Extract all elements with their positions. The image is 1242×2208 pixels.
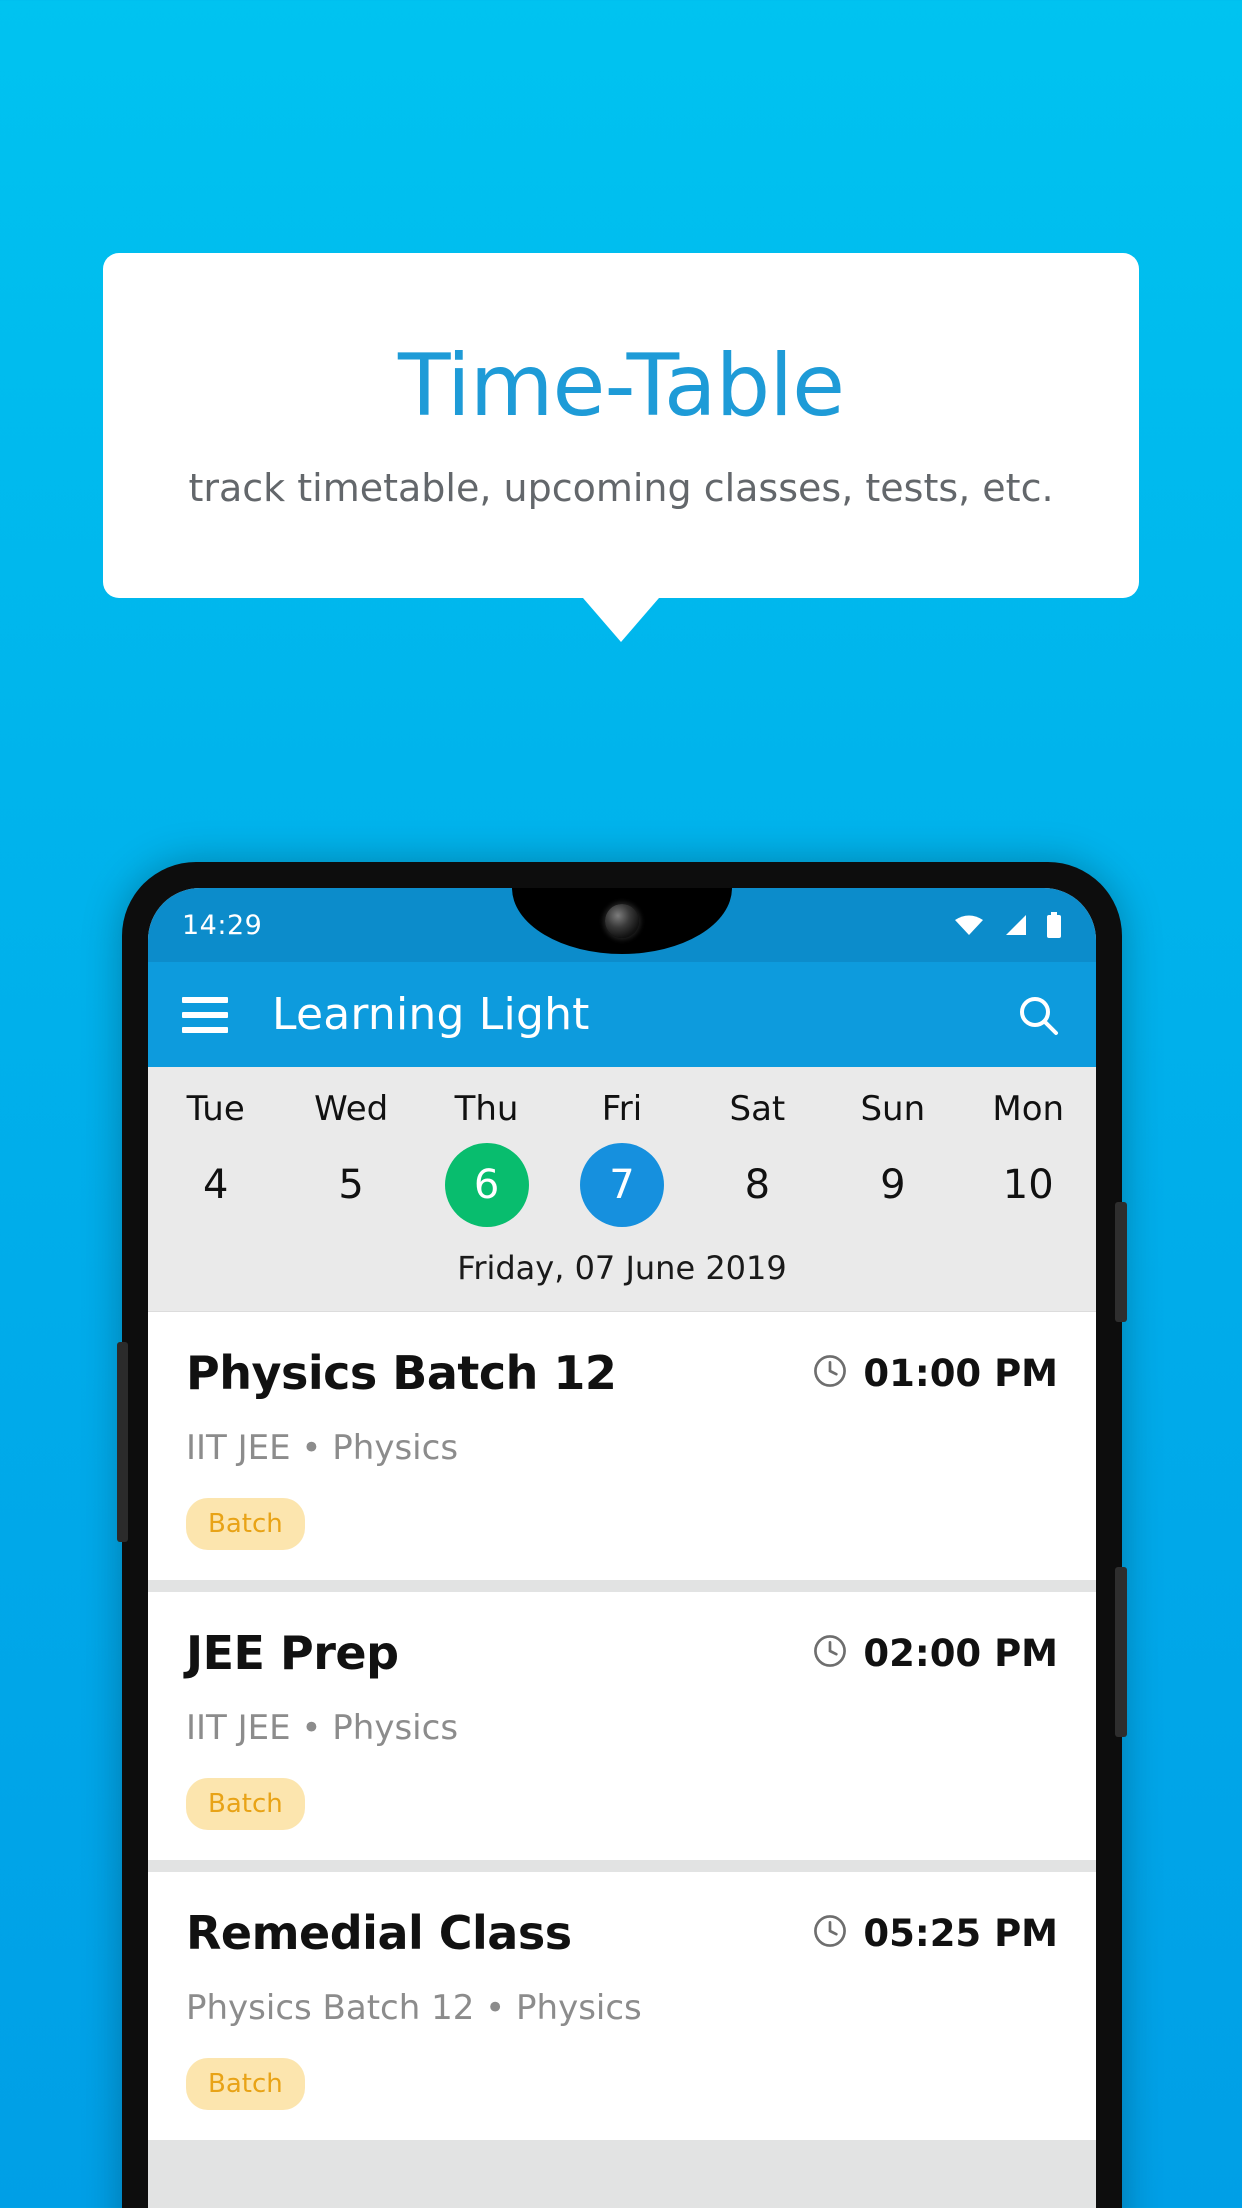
cell-signal-icon: [1002, 913, 1028, 937]
class-subtitle: IIT JEE • Physics: [186, 1708, 459, 1748]
class-badge: Batch: [186, 1778, 305, 1830]
class-time-group: 01:00 PM: [811, 1352, 1058, 1395]
day-row: Tue 4 Wed 5 Thu 6 Fri 7 Sat 8 Sun 9 Mon …: [148, 1089, 1096, 1227]
app-bar: Learning Light: [148, 962, 1096, 1067]
day-cell-wed[interactable]: Wed 5: [283, 1089, 418, 1227]
day-number-circle: 4: [174, 1143, 258, 1227]
day-number: 8: [744, 1162, 771, 1208]
class-time: 02:00 PM: [863, 1631, 1058, 1675]
day-name: Sun: [860, 1089, 926, 1129]
day-number: 10: [1002, 1162, 1054, 1208]
search-icon[interactable]: [1014, 991, 1062, 1039]
class-card[interactable]: Physics Batch 12 01:00 PM IIT JEE • Phys…: [148, 1312, 1096, 1580]
class-card[interactable]: JEE Prep 02:00 PM IIT JEE • Physics Batc…: [148, 1592, 1096, 1860]
class-time-group: 05:25 PM: [811, 1912, 1058, 1955]
date-strip: Tue 4 Wed 5 Thu 6 Fri 7 Sat 8 Sun 9 Mon …: [148, 1067, 1096, 1312]
class-time: 01:00 PM: [863, 1351, 1058, 1395]
phone-volume-button[interactable]: [1115, 1202, 1127, 1322]
day-name: Fri: [601, 1089, 643, 1129]
hamburger-menu-icon[interactable]: [182, 996, 228, 1033]
class-badge: Batch: [186, 2058, 305, 2110]
wifi-icon: [954, 913, 984, 937]
class-time-group: 02:00 PM: [811, 1632, 1058, 1675]
day-name: Thu: [454, 1089, 519, 1129]
day-cell-thu[interactable]: Thu 6: [419, 1089, 554, 1227]
front-camera-icon: [605, 904, 639, 938]
class-time: 05:25 PM: [863, 1911, 1058, 1955]
day-number: 4: [202, 1162, 229, 1208]
status-bar-time: 14:29: [182, 909, 263, 941]
day-number-circle: 8: [715, 1143, 799, 1227]
class-card-header: Remedial Class 05:25 PM: [186, 1906, 1058, 1960]
day-name: Wed: [314, 1089, 389, 1129]
promo-title: Time-Table: [398, 336, 845, 437]
day-number: 6: [473, 1162, 500, 1208]
day-cell-fri[interactable]: Fri 7: [554, 1089, 689, 1227]
phone-power-button[interactable]: [1115, 1567, 1127, 1737]
day-name: Tue: [186, 1089, 245, 1129]
day-number-circle: 5: [309, 1143, 393, 1227]
class-title: JEE Prep: [186, 1626, 399, 1680]
day-number: 9: [880, 1162, 906, 1208]
class-badge: Batch: [186, 1498, 305, 1550]
day-cell-sun[interactable]: Sun 9: [825, 1089, 960, 1227]
class-subtitle: Physics Batch 12 • Physics: [186, 1988, 642, 2028]
promo-subtitle: track timetable, upcoming classes, tests…: [188, 465, 1054, 510]
promo-bubble: Time-Table track timetable, upcoming cla…: [103, 253, 1139, 642]
day-cell-tue[interactable]: Tue 4: [148, 1089, 283, 1227]
promo-bubble-tail: [583, 598, 659, 642]
class-title: Physics Batch 12: [186, 1346, 617, 1400]
phone-left-button[interactable]: [117, 1342, 128, 1542]
class-list[interactable]: Physics Batch 12 01:00 PM IIT JEE • Phys…: [148, 1312, 1096, 2208]
clock-icon: [811, 1912, 849, 1954]
day-cell-sat[interactable]: Sat 8: [690, 1089, 825, 1227]
day-number-circle-today: 6: [444, 1143, 529, 1227]
class-subtitle: IIT JEE • Physics: [186, 1428, 459, 1468]
day-cell-mon[interactable]: Mon 10: [961, 1089, 1096, 1227]
class-title: Remedial Class: [186, 1906, 572, 1960]
phone-mockup: 14:29 Learning Light Tue 4 Wed 5 Thu 6 F…: [117, 862, 1127, 2208]
selected-full-date: Friday, 07 June 2019: [457, 1249, 787, 1287]
day-number-circle: 10: [986, 1143, 1070, 1227]
status-bar-icons: [954, 912, 1062, 938]
app-title: Learning Light: [272, 989, 590, 1040]
day-number-circle-selected: 7: [579, 1143, 664, 1227]
clock-icon: [811, 1632, 849, 1674]
class-card[interactable]: Remedial Class 05:25 PM Physics Batch 12…: [148, 1872, 1096, 2140]
class-card-header: JEE Prep 02:00 PM: [186, 1626, 1058, 1680]
day-number-circle: 9: [851, 1143, 935, 1227]
day-name: Sat: [729, 1089, 786, 1129]
phone-bezel: 14:29 Learning Light Tue 4 Wed 5 Thu 6 F…: [148, 888, 1096, 2208]
class-card-header: Physics Batch 12 01:00 PM: [186, 1346, 1058, 1400]
day-name: Mon: [992, 1089, 1065, 1129]
clock-icon: [811, 1352, 849, 1394]
battery-icon: [1046, 912, 1062, 938]
phone-screen: 14:29 Learning Light Tue 4 Wed 5 Thu 6 F…: [148, 888, 1096, 2208]
day-number: 5: [338, 1162, 364, 1208]
day-number: 7: [609, 1162, 635, 1208]
